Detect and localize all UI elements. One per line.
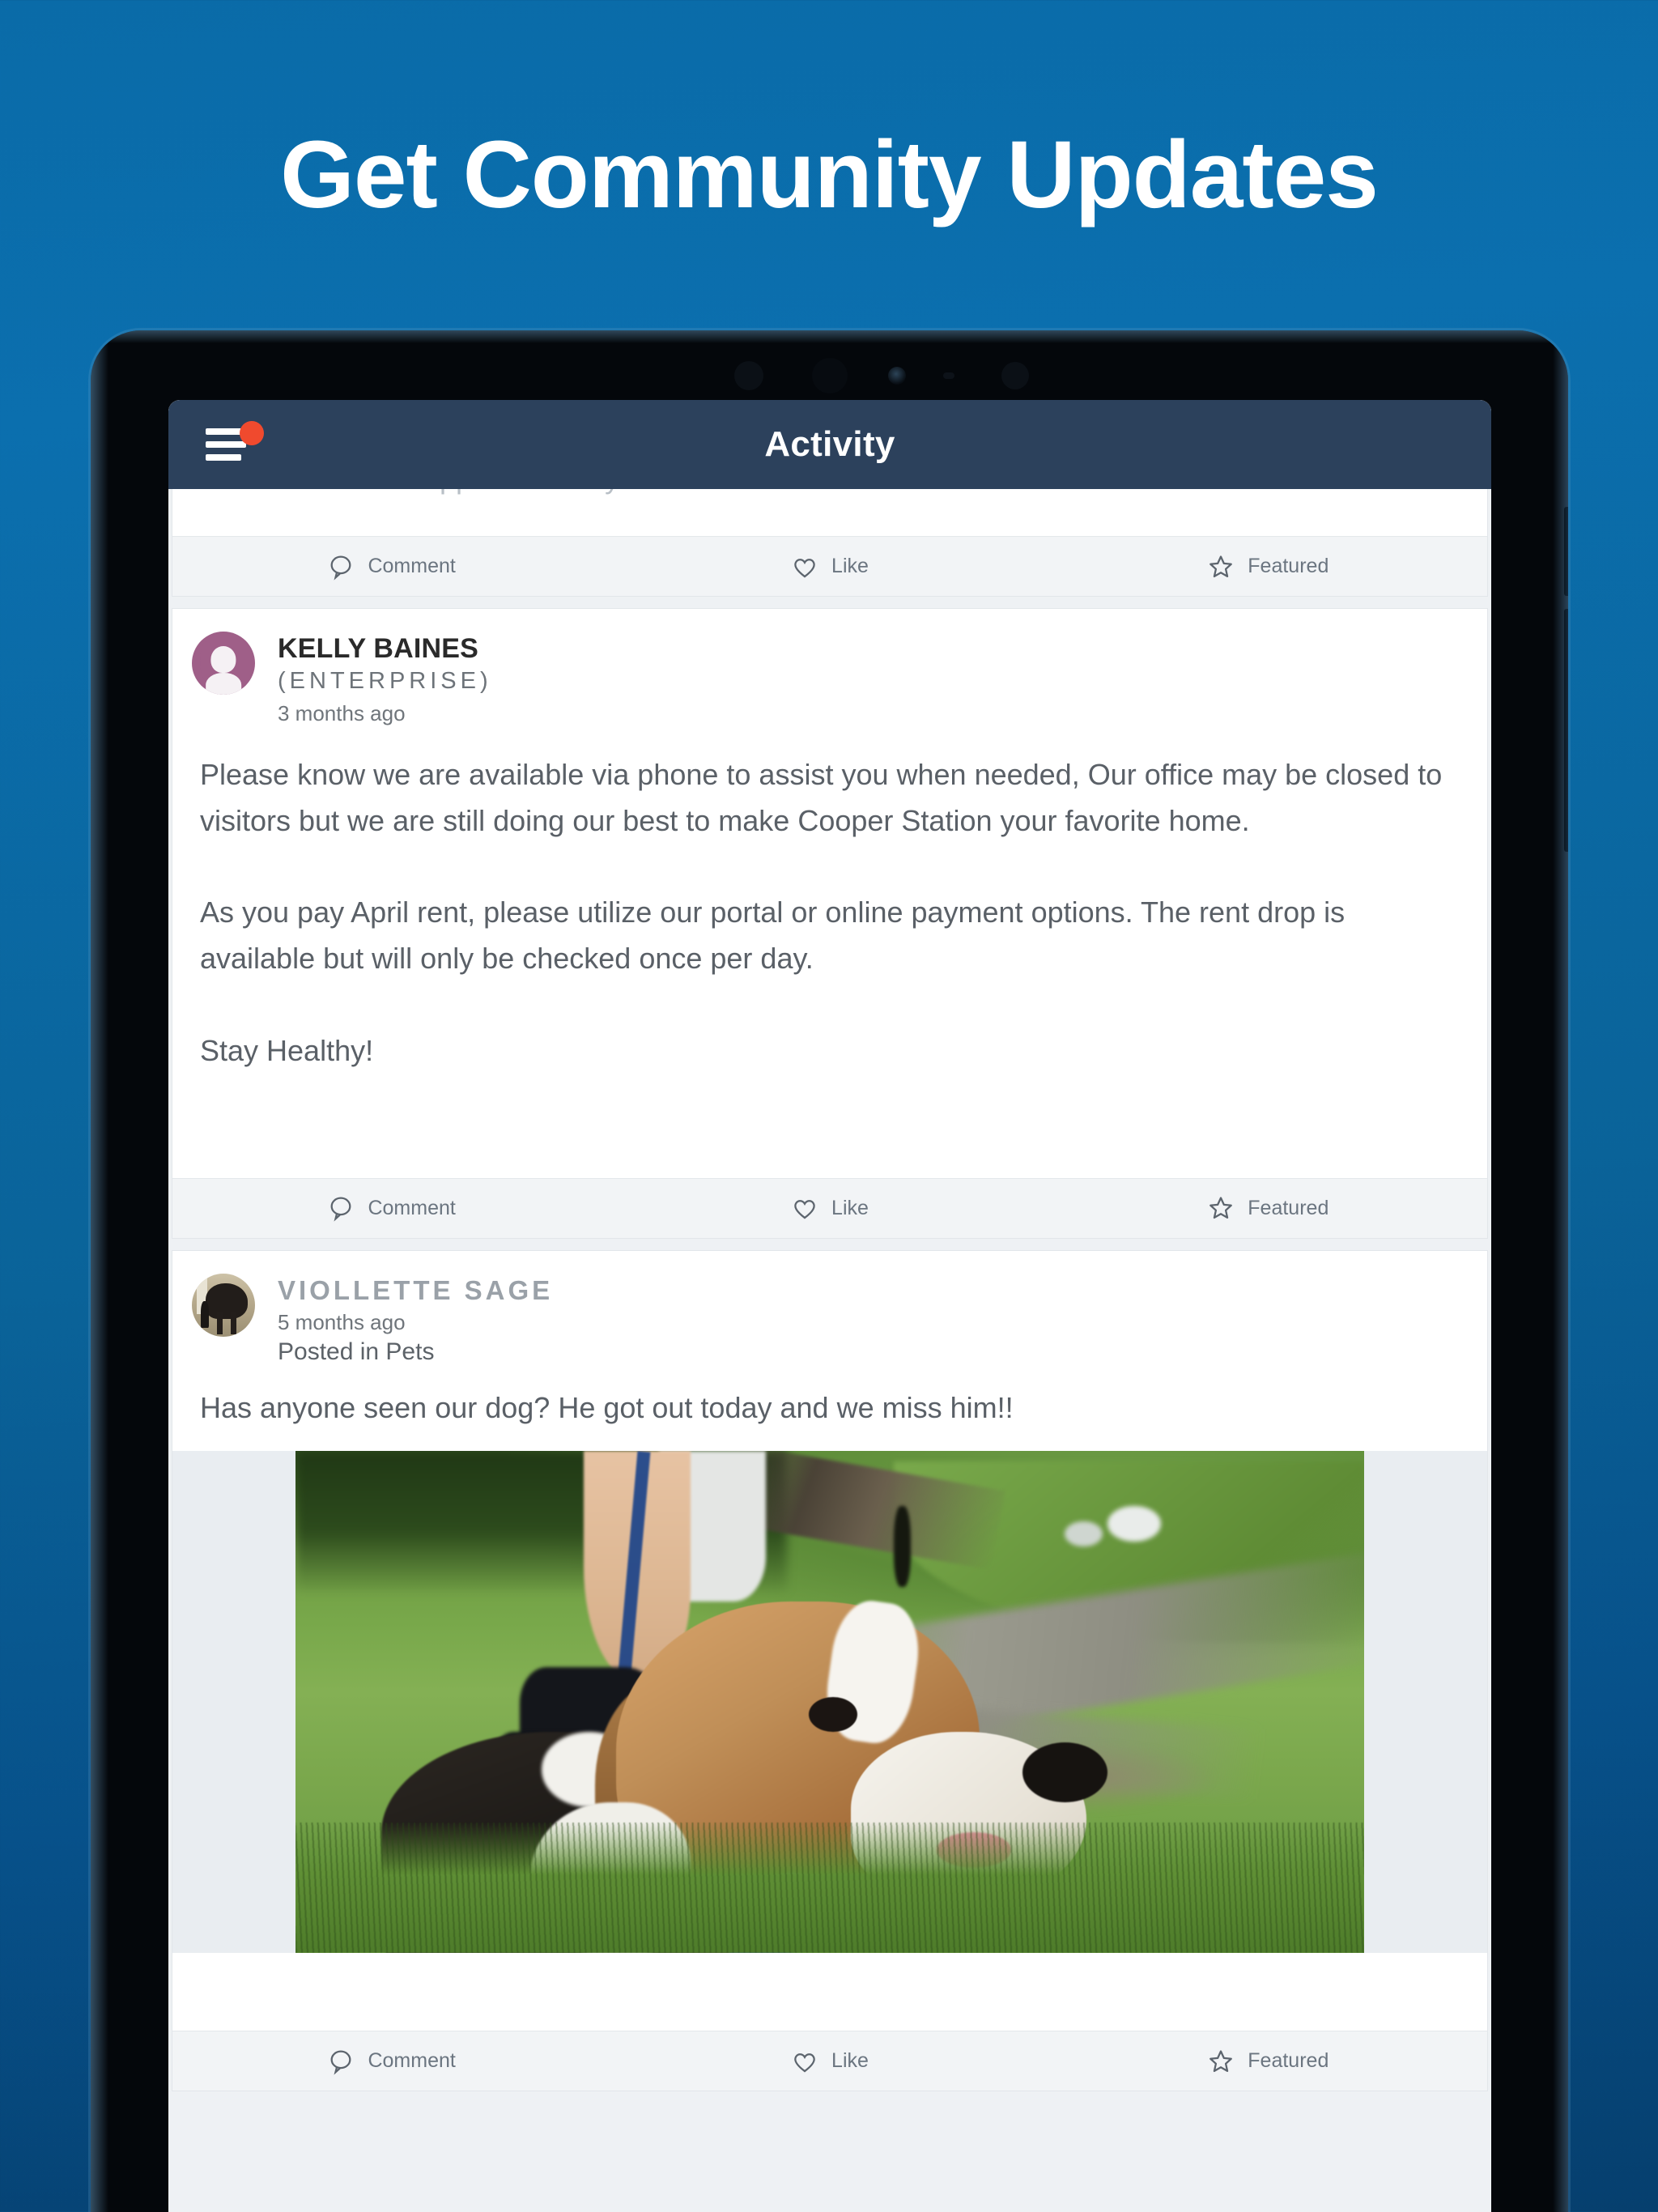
post-header: KELLY BAINES (ENTERPRISE) 3 months ago (172, 609, 1487, 733)
author-name: KELLY BAINES (278, 633, 479, 664)
avatar[interactable] (192, 1273, 255, 1337)
comment-label: Comment (368, 555, 456, 577)
hamburger-line (206, 441, 247, 448)
post-bottom-spacer (172, 1953, 1487, 2031)
device-bezel-highlight-left (91, 330, 112, 2212)
comment-button[interactable]: Comment (172, 553, 610, 581)
like-button[interactable]: Like (610, 1194, 1048, 1222)
post-category: Posted in Pets (278, 1338, 435, 1365)
post-card-kelly-baines[interactable]: KELLY BAINES (ENTERPRISE) 3 months ago P… (172, 608, 1488, 1239)
avatar-detail (200, 1301, 210, 1328)
post-text: Please know we are available via phone t… (200, 757, 1443, 1067)
speech-bubble-icon (331, 1197, 351, 1222)
star-icon (1209, 2050, 1233, 2072)
post-meta: KELLY BAINES (ENTERPRISE) 3 months ago (278, 632, 492, 728)
like-button[interactable]: Like (610, 553, 1048, 581)
photo-grass (295, 1823, 1364, 1954)
post-timestamp: 5 months ago (278, 1310, 406, 1335)
like-label: Like (831, 2049, 869, 2073)
post-header: VIOLLETTE SAGE 5 months ago Posted in Pe… (172, 1251, 1487, 1372)
star-icon (1209, 1197, 1233, 1219)
post-body: Please know we are available via phone t… (172, 733, 1487, 1178)
featured-label: Featured (1248, 555, 1329, 577)
front-camera-cluster (603, 358, 1056, 393)
comment-label: Comment (368, 2049, 456, 2073)
post-action-bar: Comment Like Featured (172, 536, 1487, 596)
post-action-bar: Comment Like Featured (172, 1177, 1487, 1238)
microphone-icon (1001, 362, 1029, 389)
featured-button[interactable]: Featured (1049, 2048, 1487, 2075)
ambient-sensor-icon (942, 372, 954, 379)
photo-dog-nose (1022, 1742, 1108, 1803)
speech-bubble-icon (331, 555, 351, 581)
like-label: Like (831, 555, 869, 577)
hamburger-line (206, 454, 241, 461)
avatar-detail (206, 1283, 248, 1320)
avatar-detail (231, 1312, 237, 1334)
tablet-device-frame: Activity pper Station your favorite Comm… (91, 330, 1568, 2212)
avatar-detail (210, 645, 236, 673)
volume-button[interactable] (1564, 609, 1568, 852)
notification-badge[interactable] (240, 421, 264, 445)
like-label: Like (831, 1196, 869, 1219)
star-icon (1209, 555, 1233, 577)
comment-label: Comment (368, 1196, 456, 1219)
power-button[interactable] (1564, 507, 1568, 596)
post-bottom-spacer (192, 1074, 1468, 1178)
post-card-truncated[interactable]: pper Station your favorite Comment (172, 489, 1488, 597)
activity-feed[interactable]: pper Station your favorite Comment (168, 489, 1491, 2212)
post-body: Has anyone seen our dog? He got out toda… (172, 1372, 1487, 1451)
avatar-detail (206, 673, 241, 695)
page-title: Get Community Updates (280, 121, 1379, 228)
camera-lens-icon (887, 367, 906, 385)
photo-post (894, 1506, 912, 1587)
app-header-bar: Activity (168, 400, 1491, 489)
like-button[interactable]: Like (610, 2048, 1048, 2075)
truncated-text-fragment: pper Station your favorite (440, 489, 765, 496)
post-timestamp: 3 months ago (278, 701, 406, 726)
photo-background-detail (1065, 1521, 1103, 1547)
heart-icon (794, 1200, 815, 1219)
comment-button[interactable]: Comment (172, 1194, 610, 1222)
tablet-screen: Activity pper Station your favorite Comm… (168, 400, 1491, 2212)
post-card-viollette-sage[interactable]: VIOLLETTE SAGE 5 months ago Posted in Pe… (172, 1249, 1488, 2092)
truncated-post-text: pper Station your favorite (172, 489, 1487, 536)
post-action-bar: Comment Like Featured (172, 2031, 1487, 2091)
post-meta: VIOLLETTE SAGE 5 months ago Posted in Pe… (278, 1274, 553, 1367)
speaker-icon (811, 358, 848, 393)
featured-label: Featured (1248, 2049, 1329, 2073)
featured-button[interactable]: Featured (1049, 553, 1487, 581)
comment-button[interactable]: Comment (172, 2048, 610, 2075)
avatar[interactable] (192, 632, 255, 695)
post-photo[interactable] (295, 1451, 1364, 1954)
post-text: Has anyone seen our dog? He got out toda… (200, 1391, 1014, 1425)
photo-background-detail (1107, 1506, 1162, 1542)
heart-icon (794, 2052, 815, 2073)
featured-label: Featured (1248, 1196, 1329, 1219)
speech-bubble-icon (331, 2050, 351, 2075)
post-photo-container[interactable] (172, 1451, 1487, 1954)
author-subtitle: (ENTERPRISE) (278, 667, 492, 694)
avatar-detail (217, 1312, 223, 1334)
sensor-icon (733, 361, 763, 390)
author-name: VIOLLETTE SAGE (278, 1274, 554, 1305)
device-bezel-highlight-top (91, 330, 1568, 343)
app-title: Activity (764, 424, 895, 464)
featured-button[interactable]: Featured (1049, 1194, 1487, 1222)
heart-icon (794, 558, 815, 577)
